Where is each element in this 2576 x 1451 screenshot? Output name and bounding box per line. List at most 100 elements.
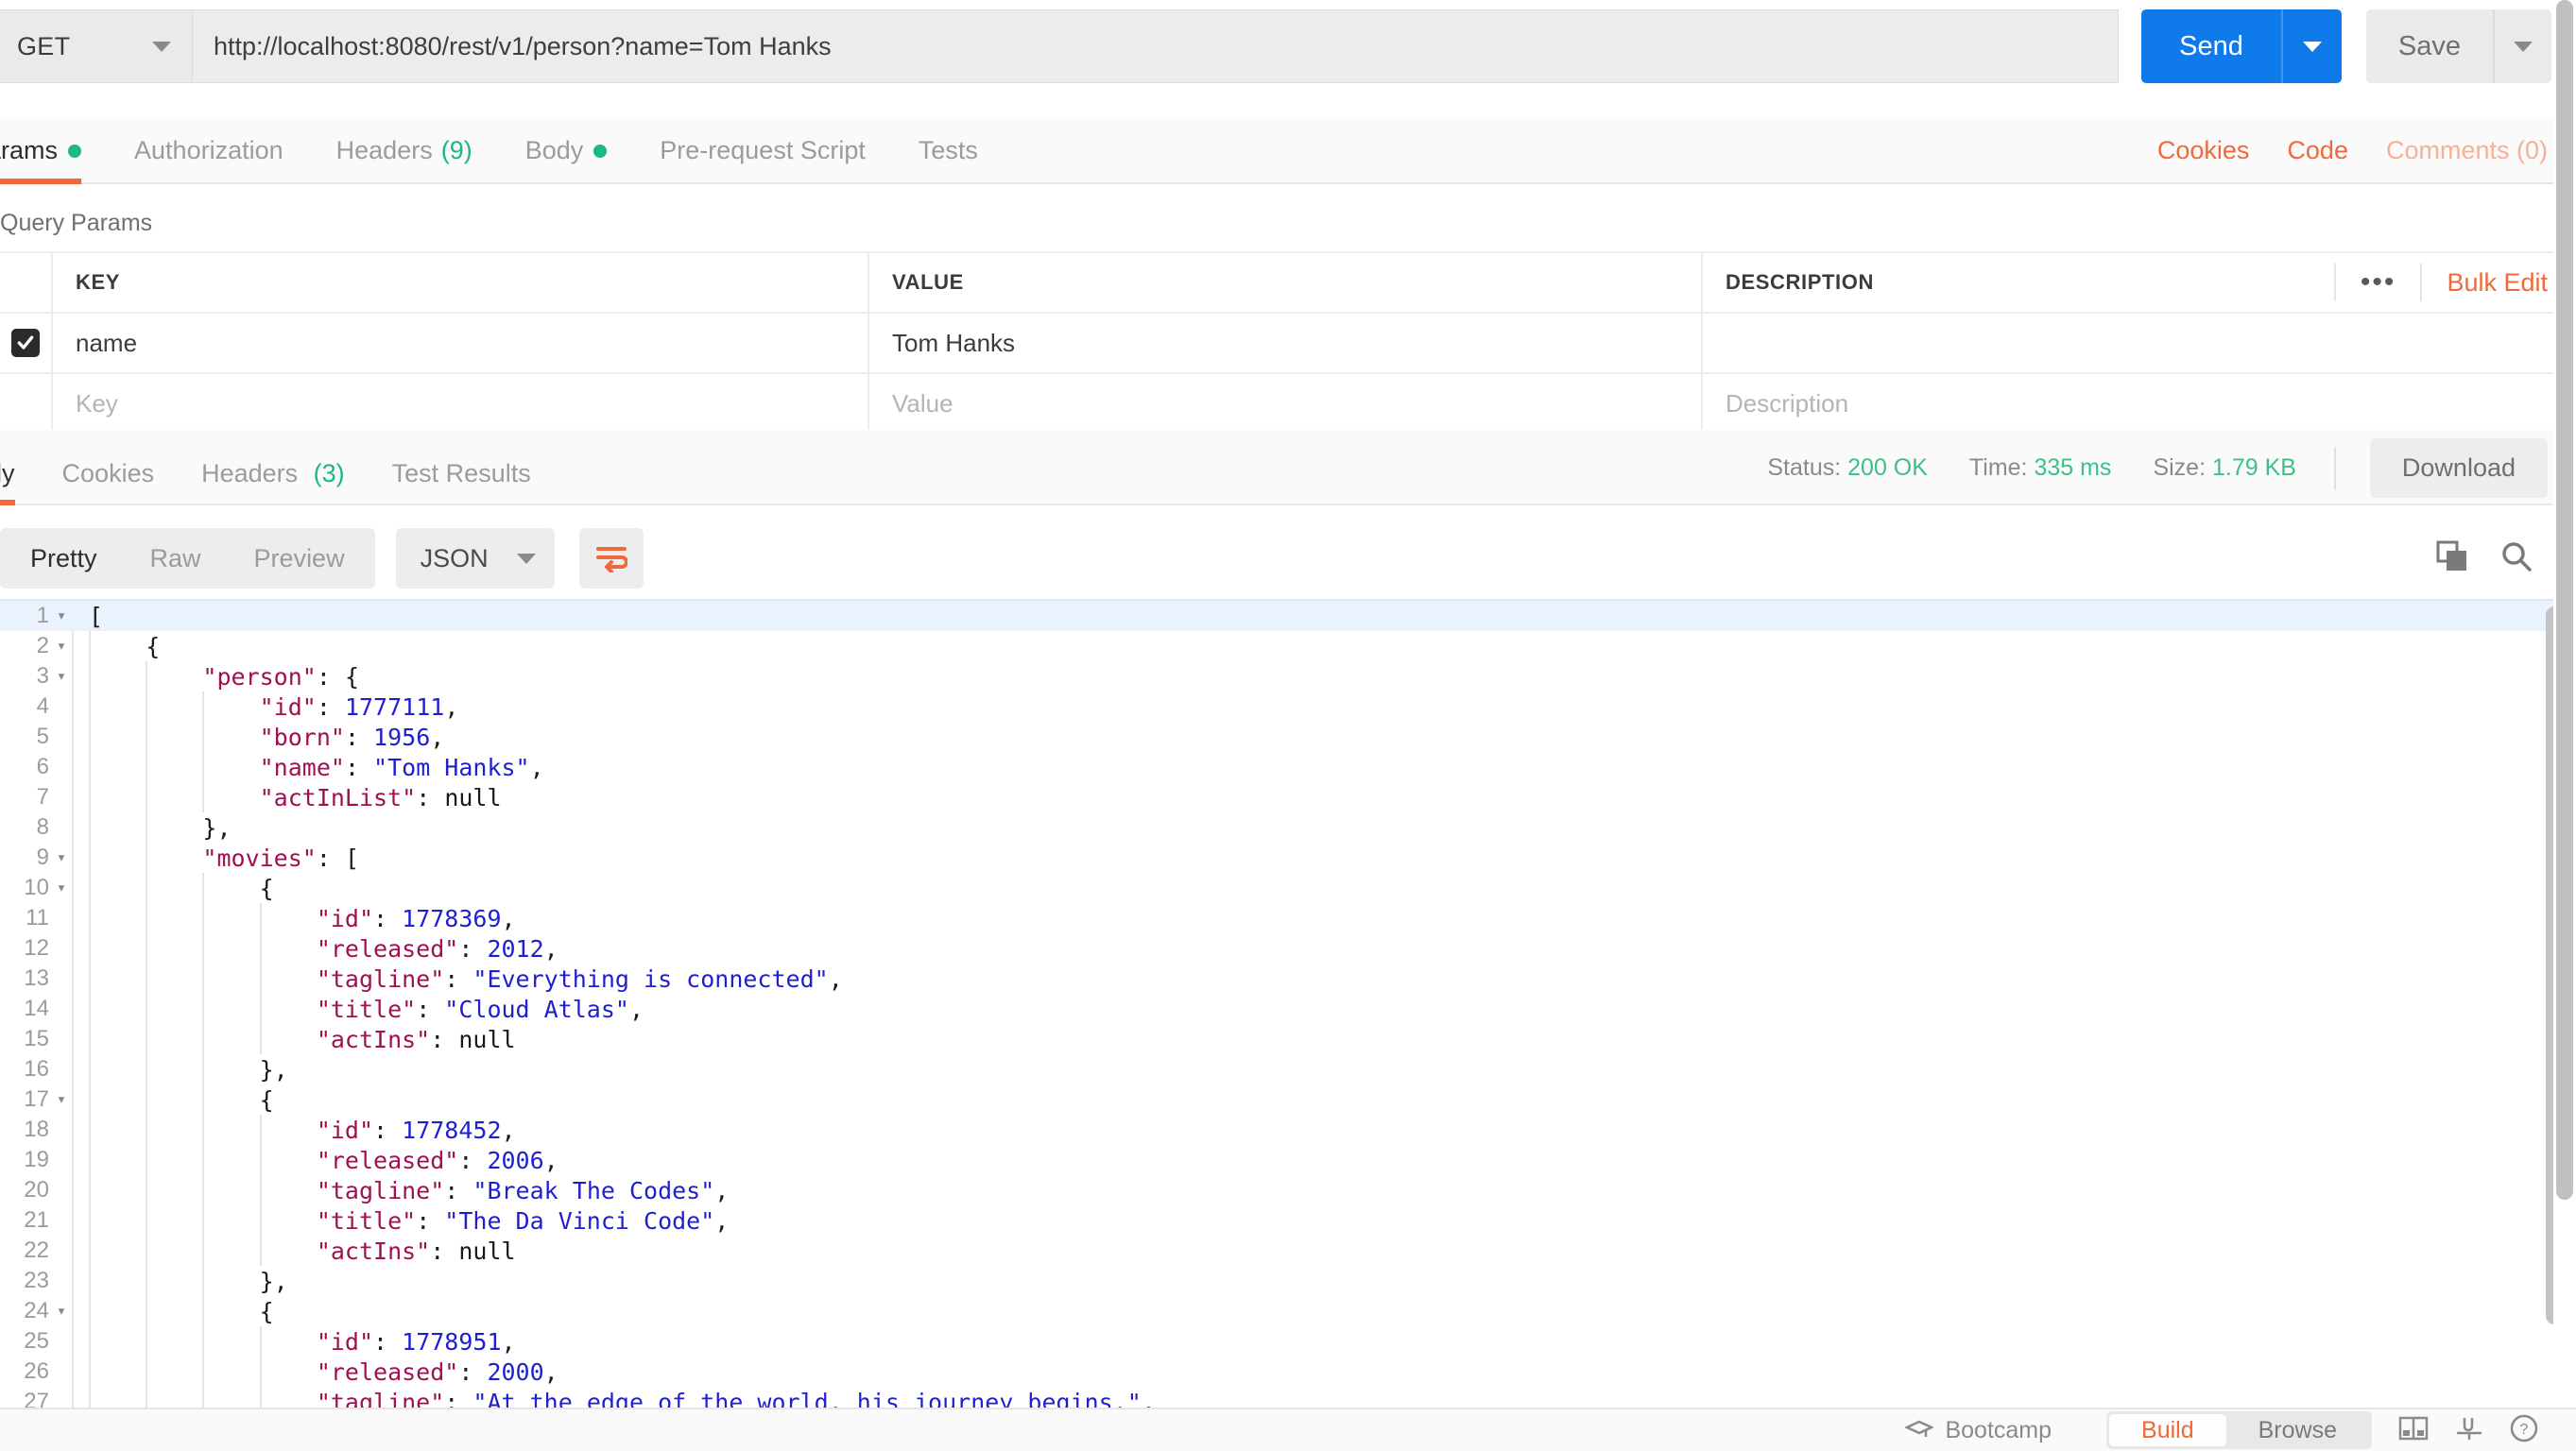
line-number: 24 xyxy=(24,1298,49,1323)
two-pane-layout-button[interactable] xyxy=(2398,1416,2429,1445)
bootcamp-button[interactable]: Bootcamp xyxy=(1905,1417,2052,1444)
empty-value-cell[interactable]: Value xyxy=(869,374,1703,433)
cookies-link[interactable]: Cookies xyxy=(2157,136,2250,165)
page-scrollbar-thumb[interactable] xyxy=(2556,0,2573,1200)
response-tab-headers[interactable]: Headers (3) xyxy=(201,459,345,504)
indent-guide xyxy=(202,1175,205,1205)
page-scrollbar[interactable] xyxy=(2553,0,2576,1451)
indent-guide xyxy=(259,994,262,1024)
param-value-placeholder: Value xyxy=(892,388,953,418)
request-tab-params[interactable]: Params xyxy=(0,136,82,184)
code-text: "tagline": "Break The Codes", xyxy=(74,1177,730,1204)
response-tab-ody[interactable]: ody xyxy=(0,459,15,505)
row-value-cell[interactable]: Tom Hanks xyxy=(869,314,1703,372)
help-button[interactable]: ? xyxy=(2510,1414,2538,1447)
download-button[interactable]: Download xyxy=(2369,438,2548,498)
param-description-placeholder: Description xyxy=(1726,388,1849,418)
indent-guide xyxy=(89,1054,91,1084)
indent-guide xyxy=(146,1296,148,1326)
toggle-browse[interactable]: Browse xyxy=(2226,1414,2369,1446)
empty-key-cell[interactable]: Key xyxy=(53,374,869,433)
indent-guide xyxy=(146,752,148,782)
indent-guide xyxy=(146,1266,148,1296)
indent-guide xyxy=(89,1084,91,1115)
code-text: { xyxy=(74,1298,274,1325)
code-token: : xyxy=(416,783,445,811)
json-code-area[interactable]: 1 ▾[2 ▾ {3 ▾ "person": {4 "id": 1777111, 5 "… xyxy=(0,601,2576,1408)
more-options-icon[interactable]: ••• xyxy=(2333,264,2423,301)
code-token: : xyxy=(458,1146,488,1174)
fold-toggle-icon[interactable]: ▾ xyxy=(49,1302,74,1321)
fold-toggle-icon[interactable]: ▾ xyxy=(49,637,74,656)
code-line: 7 "actInList": null xyxy=(0,782,2576,812)
size-badge: Size: 1.79 KB xyxy=(2153,454,2295,482)
code-token: , xyxy=(543,1146,558,1174)
code-token: "released" xyxy=(316,1146,459,1174)
row-key-cell[interactable]: name xyxy=(53,314,869,372)
code-text: [ xyxy=(74,603,103,630)
code-token: "Cloud Atlas" xyxy=(444,995,629,1023)
code-line: 3 ▾ "person": { xyxy=(0,661,2576,691)
line-number: 27 xyxy=(24,1389,49,1408)
code-text: }, xyxy=(74,1268,288,1295)
url-input[interactable]: http://localhost:8080/rest/v1/person?nam… xyxy=(193,9,2120,83)
indent-guide xyxy=(146,1024,148,1054)
request-tab-tests[interactable]: Tests xyxy=(919,136,978,182)
save-button[interactable]: Save xyxy=(2365,9,2493,83)
row-description-cell[interactable] xyxy=(1703,314,2576,372)
chevron-down-icon xyxy=(152,41,171,52)
send-button[interactable]: Send xyxy=(2141,9,2281,83)
word-wrap-button[interactable] xyxy=(578,528,644,589)
fold-toggle-icon[interactable]: ▾ xyxy=(49,879,74,897)
code-token: , xyxy=(444,692,459,721)
http-method-select[interactable]: GET xyxy=(0,9,193,83)
code-token: 2012 xyxy=(487,934,544,963)
request-tab-pre-request-script[interactable]: Pre-request Script xyxy=(660,136,866,182)
view-mode-pretty[interactable]: Pretty xyxy=(4,544,124,573)
fold-toggle-icon[interactable]: ▾ xyxy=(49,667,74,686)
fold-toggle-icon[interactable]: ▾ xyxy=(49,848,74,867)
view-mode-raw[interactable]: Raw xyxy=(124,544,228,573)
indent-guide xyxy=(89,1387,91,1408)
bulk-edit-link[interactable]: Bulk Edit xyxy=(2447,268,2548,298)
copy-button[interactable] xyxy=(2436,540,2468,577)
indent-guide xyxy=(89,1024,91,1054)
tab-label: Pre-request Script xyxy=(660,136,866,164)
fold-toggle-icon[interactable]: ▾ xyxy=(49,606,74,625)
request-tab-body[interactable]: Body xyxy=(525,136,608,182)
code-token: 2000 xyxy=(487,1357,544,1386)
empty-description-cell[interactable]: Description xyxy=(1703,374,2576,433)
send-options-button[interactable] xyxy=(2280,9,2342,83)
code-text: "actInList": null xyxy=(74,784,502,811)
request-tab-authorization[interactable]: Authorization xyxy=(134,136,283,182)
table-header-row: KEY VALUE DESCRIPTION ••• Bulk Edit xyxy=(0,251,2576,314)
indent-guide xyxy=(259,1387,262,1408)
search-button[interactable] xyxy=(2500,540,2533,577)
code-text: { xyxy=(74,1086,274,1114)
code-line: 8 }, xyxy=(0,812,2576,843)
code-token: "movies" xyxy=(202,844,317,872)
status-badge-label: Status: xyxy=(1767,454,1848,481)
fold-toggle-icon[interactable]: ▾ xyxy=(49,1090,74,1109)
line-number: 1 xyxy=(36,603,49,628)
code-line: 19 "released": 2006, xyxy=(0,1145,2576,1175)
response-tab-test-results[interactable]: Test Results xyxy=(392,459,531,504)
indent-guide xyxy=(89,722,91,752)
bottom-bar-right: Bootcamp Build Browse ? xyxy=(1905,1411,2576,1449)
tab-label: Body xyxy=(524,136,584,164)
code-token: 1956 xyxy=(373,723,431,751)
indent-guide xyxy=(259,1236,262,1266)
toggle-build[interactable]: Build xyxy=(2109,1414,2226,1446)
request-tab-headers[interactable]: Headers (9) xyxy=(336,136,472,182)
save-options-button[interactable] xyxy=(2493,9,2551,83)
code-link[interactable]: Code xyxy=(2287,136,2348,165)
param-enabled-checkbox[interactable] xyxy=(11,329,40,357)
wrap-lines-button[interactable] xyxy=(2455,1416,2483,1445)
comments-0--link[interactable]: Comments (0) xyxy=(2386,136,2548,165)
code-text: "tagline": "Everything is connected", xyxy=(74,965,843,993)
code-token: null xyxy=(444,783,502,811)
code-token: "actIns" xyxy=(316,1025,431,1053)
response-format-select[interactable]: JSON xyxy=(395,528,555,589)
response-tab-cookies[interactable]: Cookies xyxy=(62,459,155,504)
view-mode-preview[interactable]: Preview xyxy=(228,544,371,573)
